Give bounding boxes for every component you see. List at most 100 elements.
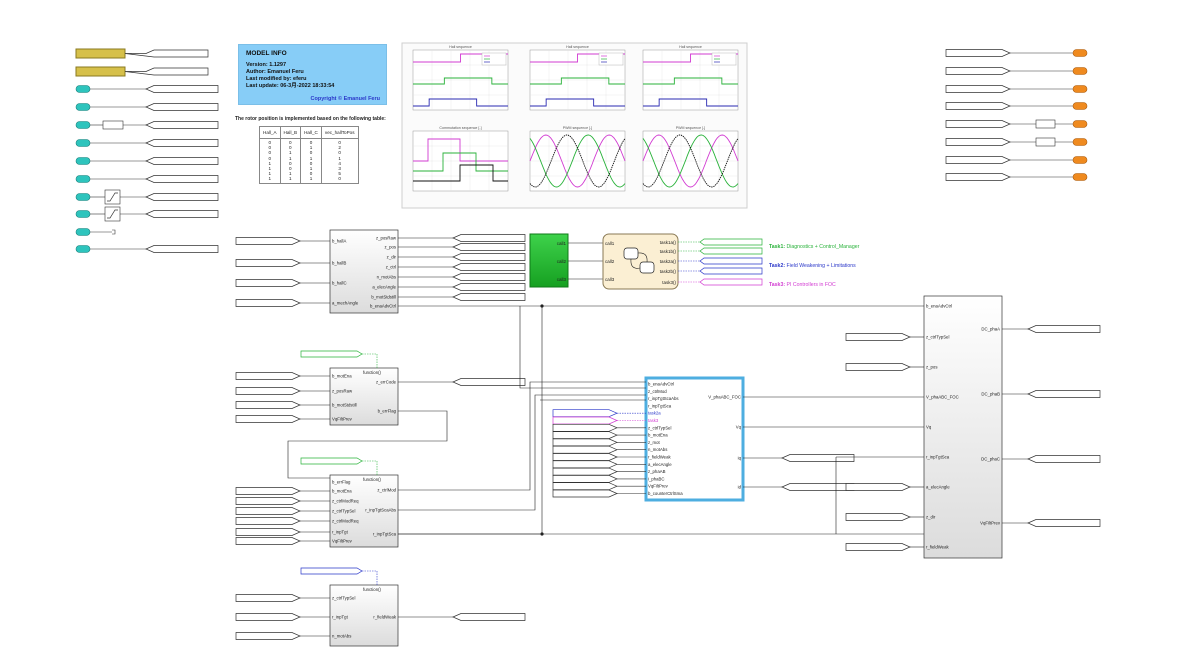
ctrl-from-5[interactable]: [235, 517, 301, 525]
outport-5[interactable]: [1072, 120, 1088, 128]
inport-7[interactable]: [75, 193, 91, 201]
ctrl-from-4[interactable]: [235, 507, 301, 515]
task2b-goto[interactable]: [699, 267, 763, 275]
fw-trigger-from[interactable]: [300, 567, 363, 575]
inport-4[interactable]: [75, 139, 91, 147]
pwm-from-9[interactable]: [845, 543, 911, 551]
hall-goto-1[interactable]: [452, 234, 526, 242]
foc-from-6[interactable]: [552, 416, 618, 425]
from-tag-out-3[interactable]: [945, 85, 1011, 93]
ctrl-from-7[interactable]: [235, 537, 301, 545]
from-tag-out-6[interactable]: [945, 138, 1011, 146]
foc-from-16[interactable]: [552, 489, 618, 498]
goto-tag-in-1[interactable]: [145, 85, 219, 93]
foc-goto-id[interactable]: [781, 483, 855, 491]
pwm-from-3[interactable]: [845, 363, 911, 371]
diag-from-3[interactable]: [235, 401, 301, 409]
field-weakening-subsystem[interactable]: function() z_ctrlTypSel r_inpTgt n_motAbs r_…: [329, 584, 399, 647]
goto-tag-in-8[interactable]: [145, 210, 219, 218]
hall-from-1[interactable]: [235, 237, 301, 245]
ctrl-from-3[interactable]: [235, 497, 301, 505]
outport-2[interactable]: [1072, 67, 1088, 75]
hall-goto-4[interactable]: [452, 263, 526, 271]
task3-goto[interactable]: [699, 278, 763, 286]
inport-5[interactable]: [75, 157, 91, 165]
inport-3[interactable]: [75, 121, 91, 129]
control-manager-subsystem[interactable]: function()b_errFlagb_motEnaz_ctrlModReqz…: [329, 474, 399, 548]
diagnostics-subsystem[interactable]: function() b_motEna z_posRaw b_motStdstill V…: [329, 367, 399, 426]
from-tag-out-1[interactable]: [945, 49, 1011, 57]
goto-tag-in-6[interactable]: [145, 175, 219, 183]
gain-block[interactable]: [1035, 119, 1056, 129]
hall-from-2[interactable]: [235, 259, 301, 267]
diag-goto-errcode[interactable]: [452, 378, 526, 386]
goto-tag-in-3[interactable]: [145, 121, 219, 129]
hall-goto-2[interactable]: [452, 243, 526, 251]
from-tag-out-7[interactable]: [945, 156, 1011, 164]
hall-from-4[interactable]: [235, 299, 301, 307]
goto-tag-1[interactable]: [124, 49, 209, 58]
hall-goto-7[interactable]: [452, 293, 526, 301]
foc-from-15[interactable]: [552, 482, 618, 491]
goto-tag-in-7[interactable]: [145, 193, 219, 201]
goto-tag-in-2[interactable]: [145, 103, 219, 111]
diag-from-1[interactable]: [235, 372, 301, 380]
pwm-from-7[interactable]: [845, 483, 911, 491]
hall-from-3[interactable]: [235, 279, 301, 287]
diag-from-4[interactable]: [235, 415, 301, 423]
inport-8[interactable]: [75, 210, 91, 218]
outport-8[interactable]: [1072, 173, 1088, 181]
outport-6[interactable]: [1072, 138, 1088, 146]
outport-1[interactable]: [1072, 49, 1088, 57]
diag-from-2[interactable]: [235, 387, 301, 395]
foc-from-9[interactable]: [552, 438, 618, 447]
pwm-subsystem[interactable]: b_enaAdvCtrl z_ctrlTypSel z_pos V_phaABC_FO…: [923, 295, 1003, 559]
from-tag-out-2[interactable]: [945, 67, 1011, 75]
goto-tag-2[interactable]: [124, 67, 209, 76]
pwm-goto-1[interactable]: [1027, 325, 1101, 333]
hall-goto-6[interactable]: [452, 283, 526, 291]
ctrl-from-6[interactable]: [235, 528, 301, 536]
foc-from-5[interactable]: [552, 409, 618, 418]
outport-7[interactable]: [1072, 156, 1088, 164]
foc-subsystem[interactable]: b_enaAdvCtrl z_ctrlMod r_inpTgtScaAbs r_inp…: [644, 376, 745, 502]
inport-10[interactable]: [75, 245, 91, 253]
task1b-goto[interactable]: [699, 247, 763, 255]
outport-4[interactable]: [1072, 102, 1088, 110]
foc-from-7[interactable]: [552, 423, 618, 432]
foc-from-12[interactable]: [552, 460, 618, 469]
constant-block-1[interactable]: [75, 48, 126, 59]
pwm-goto-3[interactable]: [1027, 455, 1101, 463]
hall-goto-5[interactable]: [452, 273, 526, 281]
goto-tag-in-5[interactable]: [145, 157, 219, 165]
foc-from-13[interactable]: [552, 467, 618, 476]
foc-from-11[interactable]: [552, 453, 618, 461]
from-tag-out-8[interactable]: [945, 173, 1011, 181]
pwm-goto-2[interactable]: [1027, 390, 1101, 398]
hall-goto-3[interactable]: [452, 253, 526, 261]
outport-3[interactable]: [1072, 85, 1088, 93]
pwm-from-2[interactable]: [845, 333, 911, 341]
task2a-goto[interactable]: [699, 257, 763, 265]
pwm-from-8[interactable]: [845, 513, 911, 521]
inport-1[interactable]: [75, 85, 91, 93]
hall-subsystem[interactable]: b_hallA b_hallB b_hallC a_mechAngle z_posRaw…: [329, 229, 399, 314]
fw-from-2[interactable]: [235, 613, 301, 621]
ctrl-from-2[interactable]: [235, 487, 301, 495]
diag-trigger-from[interactable]: [300, 350, 363, 358]
foc-goto-iq[interactable]: [781, 454, 855, 462]
goto-tag-in-4[interactable]: [145, 139, 219, 147]
inport-2[interactable]: [75, 103, 91, 111]
inport-9[interactable]: [75, 228, 91, 236]
constant-block-2[interactable]: [75, 66, 126, 77]
terminator-block[interactable]: [112, 229, 116, 235]
gain-block[interactable]: [1035, 137, 1056, 147]
foc-from-10[interactable]: [552, 445, 618, 454]
from-tag-out-5[interactable]: [945, 120, 1011, 128]
task1a-goto[interactable]: [699, 238, 763, 246]
from-tag-out-4[interactable]: [945, 102, 1011, 110]
fw-goto[interactable]: [452, 613, 526, 621]
ctrl-trigger-from[interactable]: [300, 457, 363, 465]
inport-6[interactable]: [75, 175, 91, 183]
foc-from-14[interactable]: [552, 475, 618, 483]
